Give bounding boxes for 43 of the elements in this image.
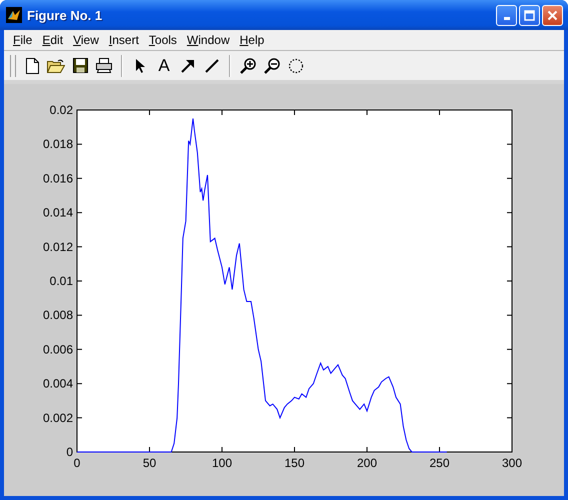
maximize-icon: [524, 10, 535, 20]
zoom-out-icon: [264, 58, 280, 74]
tick-label: 0.01: [50, 274, 73, 288]
tick-label: 150: [284, 456, 305, 470]
tick-label: 200: [356, 456, 378, 470]
tick-label: 0.008: [42, 308, 73, 322]
printer-icon: [95, 58, 113, 73]
tick-label: 0.02: [50, 103, 73, 117]
tick-label: 0.004: [42, 376, 73, 391]
tick-label: 0: [66, 445, 73, 459]
minimize-button[interactable]: [496, 4, 517, 26]
minimize-icon: [504, 16, 510, 20]
tick-label: 0.006: [42, 342, 73, 356]
zoom-in-icon: [240, 58, 256, 74]
diagonal-arrow-icon: [181, 58, 195, 72]
blank-page-icon: [26, 58, 38, 74]
app-icon: [6, 7, 22, 23]
tick-label: 50: [142, 456, 156, 470]
tick-label: 0.002: [42, 410, 73, 425]
close-icon: [547, 10, 558, 20]
tick-label: 0.016: [42, 171, 73, 186]
menu-item[interactable]: View: [68, 31, 104, 49]
menu-item[interactable]: Help: [234, 31, 270, 49]
diagonal-line-icon: [205, 58, 219, 72]
pointer-icon: [134, 58, 146, 74]
close-button[interactable]: [542, 4, 563, 26]
tick-label: 250: [429, 456, 450, 470]
tick-label: 0.012: [42, 240, 73, 254]
insert-text-button[interactable]: A: [153, 54, 175, 76]
menu-item[interactable]: Edit: [37, 31, 68, 49]
tick-label: 0: [74, 456, 80, 470]
menu-item[interactable]: Tools: [144, 31, 182, 49]
tick-label: 300: [502, 456, 522, 470]
tick-label: 0.018: [42, 137, 73, 152]
menu-item[interactable]: File: [8, 31, 38, 49]
menu-item[interactable]: Window: [182, 31, 235, 49]
maximize-button[interactable]: [519, 4, 540, 26]
menu-item[interactable]: Insert: [104, 31, 144, 49]
tick-label: 100: [212, 456, 232, 470]
dotted-circle-icon: [288, 58, 304, 74]
folder-icon: [47, 58, 65, 72]
tick-label: 0.014: [42, 206, 73, 220]
window-title: Figure No. 1: [27, 8, 104, 22]
